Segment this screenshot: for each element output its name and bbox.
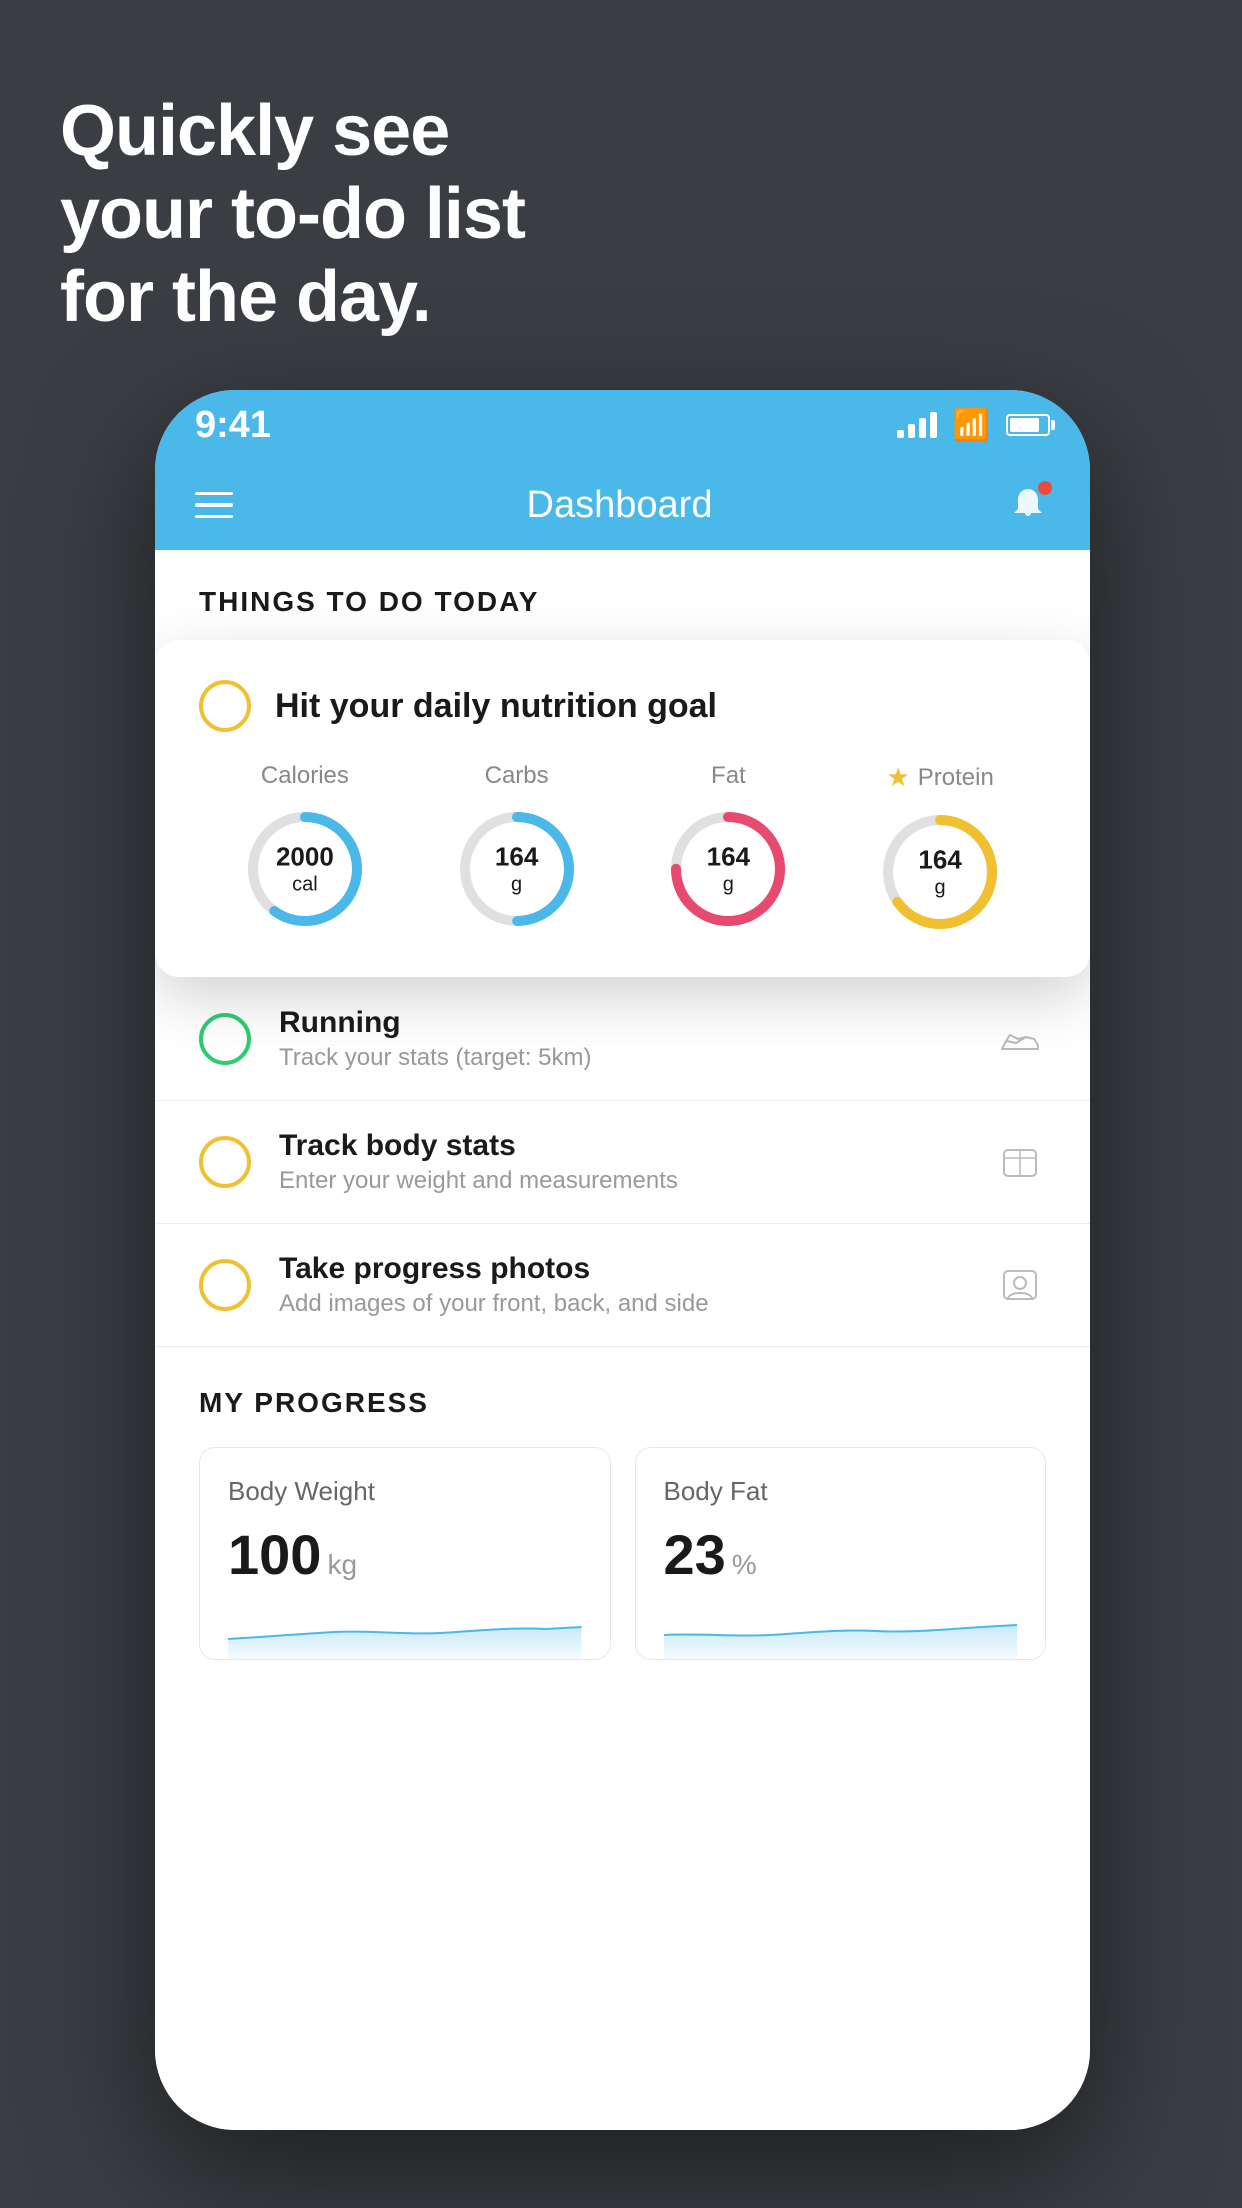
status-bar: 9:41 📶: [155, 390, 1090, 460]
phone-frame: 9:41 📶 Dashboard: [155, 390, 1090, 2130]
protein-label: Protein: [918, 764, 994, 792]
body-weight-chart: [228, 1599, 582, 1659]
protein-value: 164 g: [918, 844, 961, 899]
nutrition-carbs: Carbs 164 g: [452, 762, 582, 934]
progress-photos-subtitle: Add images of your front, back, and side: [279, 1290, 966, 1318]
running-title: Running: [279, 1006, 966, 1040]
signal-icon: [897, 412, 937, 438]
todo-item-progress-photos[interactable]: Take progress photos Add images of your …: [155, 1224, 1090, 1347]
progress-cards: Body Weight 100kg: [199, 1447, 1046, 1660]
carbs-donut: 164 g: [452, 804, 582, 934]
nutrition-protein: ★ Protein 164 g: [875, 762, 1005, 937]
todo-item-running[interactable]: Running Track your stats (target: 5km): [155, 978, 1090, 1101]
body-weight-value: 100kg: [228, 1527, 582, 1583]
scale-icon: [994, 1136, 1046, 1188]
status-icons: 📶: [897, 408, 1050, 443]
body-weight-title: Body Weight: [228, 1476, 582, 1507]
body-stats-text: Track body stats Enter your weight and m…: [279, 1129, 966, 1195]
protein-donut: 164 g: [875, 807, 1005, 937]
body-stats-title: Track body stats: [279, 1129, 966, 1163]
nav-bar: Dashboard: [155, 460, 1090, 550]
nutrition-fat: Fat 164 g: [663, 762, 793, 934]
carbs-label: Carbs: [485, 762, 549, 790]
things-to-do-header: THINGS TO DO TODAY: [155, 550, 1090, 638]
todo-item-body-stats[interactable]: Track body stats Enter your weight and m…: [155, 1101, 1090, 1224]
wifi-icon: 📶: [953, 408, 990, 443]
hero-line1: Quickly see: [60, 90, 525, 173]
progress-photos-text: Take progress photos Add images of your …: [279, 1252, 966, 1318]
nutrition-calories: Calories 2000 cal: [240, 762, 370, 934]
nutrition-card-title: Hit your daily nutrition goal: [275, 687, 717, 726]
nutrition-circles: Calories 2000 cal Carbs: [199, 762, 1046, 937]
body-fat-chart: [664, 1599, 1018, 1659]
star-icon: ★: [886, 762, 909, 793]
notification-bell-button[interactable]: [1006, 483, 1050, 527]
progress-header: MY PROGRESS: [199, 1387, 1046, 1419]
running-text: Running Track your stats (target: 5km): [279, 1006, 966, 1072]
person-icon: [994, 1259, 1046, 1311]
nutrition-check-circle[interactable]: [199, 680, 251, 732]
fat-label: Fat: [711, 762, 746, 790]
hamburger-menu-button[interactable]: [195, 492, 233, 519]
fat-donut: 164 g: [663, 804, 793, 934]
status-time: 9:41: [195, 404, 271, 447]
calories-value: 2000 cal: [276, 841, 334, 896]
shoe-icon: [994, 1013, 1046, 1065]
notification-dot: [1038, 481, 1052, 495]
body-stats-check-circle: [199, 1136, 251, 1188]
progress-section: MY PROGRESS Body Weight 100kg: [155, 1387, 1090, 1660]
hero-line3: for the day.: [60, 256, 525, 339]
running-subtitle: Track your stats (target: 5km): [279, 1044, 966, 1072]
body-stats-subtitle: Enter your weight and measurements: [279, 1167, 966, 1195]
progress-photos-title: Take progress photos: [279, 1252, 966, 1286]
carbs-value: 164 g: [495, 841, 538, 896]
hero-text: Quickly see your to-do list for the day.: [60, 90, 525, 338]
progress-photos-check-circle: [199, 1259, 251, 1311]
calories-donut: 2000 cal: [240, 804, 370, 934]
body-weight-card[interactable]: Body Weight 100kg: [199, 1447, 611, 1660]
content-area: THINGS TO DO TODAY Hit your daily nutrit…: [155, 550, 1090, 2130]
nav-title: Dashboard: [527, 484, 713, 527]
battery-icon: [1006, 414, 1050, 436]
running-check-circle: [199, 1013, 251, 1065]
todo-list: Running Track your stats (target: 5km) T…: [155, 978, 1090, 1347]
fat-value: 164 g: [707, 841, 750, 896]
body-fat-card[interactable]: Body Fat 23%: [635, 1447, 1047, 1660]
calories-label: Calories: [261, 762, 349, 790]
body-fat-value: 23%: [664, 1527, 1018, 1583]
body-fat-title: Body Fat: [664, 1476, 1018, 1507]
nutrition-card: Hit your daily nutrition goal Calories 2…: [155, 640, 1090, 977]
hero-line2: your to-do list: [60, 173, 525, 256]
